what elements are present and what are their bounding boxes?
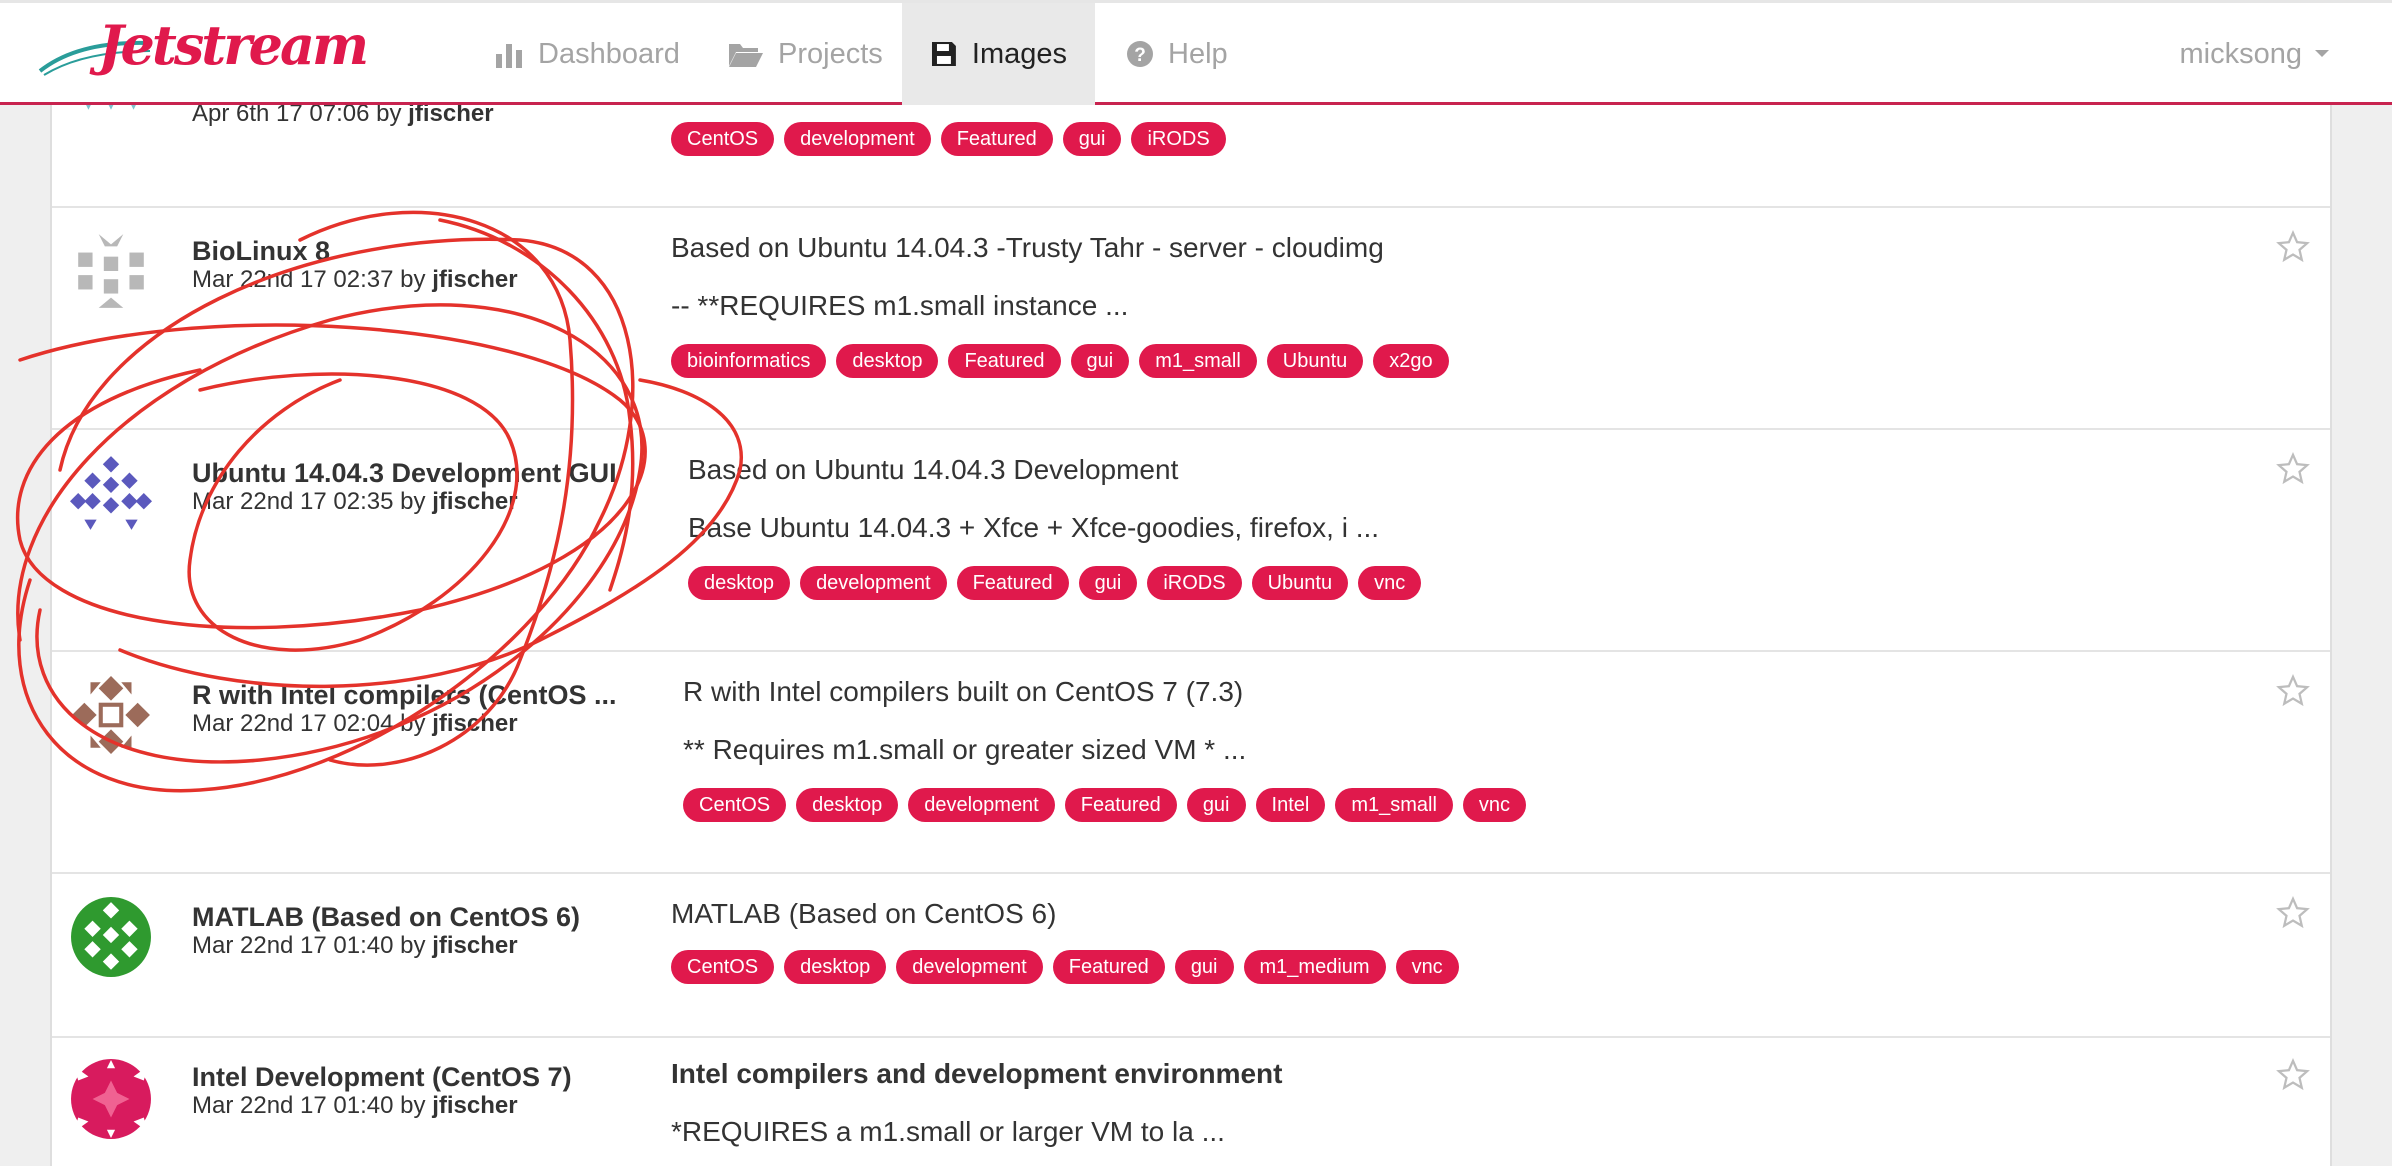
nav-images-label: Images <box>971 37 1067 70</box>
image-meta: Mar 22nd 17 02:35 by jfischer <box>192 488 518 515</box>
tag-list: bioinformatics desktop Featured gui m1_s… <box>671 344 1449 378</box>
nav-images[interactable]: Images <box>902 3 1095 105</box>
tag[interactable]: desktop <box>796 788 899 822</box>
image-author: jfischer <box>432 1092 518 1119</box>
image-meta: Mar 22nd 17 02:37 by jfischer <box>192 266 518 293</box>
image-description-line: *REQUIRES a m1.small or larger VM to la … <box>671 1116 1225 1147</box>
image-name[interactable]: R with Intel compilers (CentOS ... <box>192 680 617 711</box>
favorite-star-icon[interactable] <box>2276 896 2310 930</box>
image-author: jfischer <box>432 710 518 737</box>
image-row[interactable]: BioLinux 8 Mar 22nd 17 02:37 by jfischer… <box>52 208 2330 430</box>
image-author: jfischer <box>432 266 518 293</box>
image-description-line: -- **REQUIRES m1.small instance ... <box>671 290 1129 321</box>
image-description-line: MATLAB (Based on CentOS 6) <box>671 898 1057 929</box>
favorite-star-icon[interactable] <box>2276 674 2310 708</box>
tag-list: CentOS desktop development Featured gui … <box>671 950 1459 984</box>
image-row[interactable]: Intel Development (CentOS 7) Mar 22nd 17… <box>52 1038 2330 1166</box>
floppy-disk-icon <box>931 42 956 66</box>
tag[interactable]: x2go <box>1373 344 1449 378</box>
image-avatar-icon <box>78 234 144 308</box>
image-description-line: Based on Ubuntu 14.04.3 -Trusty Tahr - s… <box>671 232 1384 263</box>
favorite-star-icon[interactable] <box>2276 1058 2310 1092</box>
image-row[interactable]: Ubuntu 14.04.3 Development GUI Mar 22nd … <box>52 430 2330 652</box>
tag[interactable]: CentOS <box>671 950 775 984</box>
user-name: micksong <box>2179 37 2303 70</box>
image-author: jfischer <box>432 932 518 959</box>
image-meta: Mar 22nd 17 01:40 by jfischer <box>192 932 518 959</box>
tag[interactable]: CentOS <box>671 122 775 156</box>
tag[interactable]: Featured <box>940 122 1053 156</box>
tag[interactable]: gui <box>1186 788 1246 822</box>
tag[interactable]: development <box>784 122 931 156</box>
tag[interactable]: vnc <box>1462 788 1527 822</box>
image-list: Apr 6th 17 07:06 by jfischer CentOS deve… <box>50 52 2332 1166</box>
nav-projects-label: Projects <box>778 37 883 70</box>
image-description-line: Intel compilers and development environm… <box>671 1058 1283 1089</box>
tag[interactable]: vnc <box>1395 950 1459 984</box>
image-description-line: R with Intel compilers built on CentOS 7… <box>683 676 1244 707</box>
image-avatar-icon <box>72 676 150 754</box>
image-name[interactable]: Ubuntu 14.04.3 Development GUI <box>192 458 617 489</box>
user-menu[interactable]: micksong <box>2180 3 2331 105</box>
tag[interactable]: Featured <box>948 344 1061 378</box>
tag[interactable]: desktop <box>784 950 887 984</box>
caret-down-icon <box>2315 50 2329 57</box>
tag[interactable]: gui <box>1174 950 1234 984</box>
tag[interactable]: m1_small <box>1335 788 1453 822</box>
image-name[interactable]: MATLAB (Based on CentOS 6) <box>192 902 580 933</box>
brand-name: Jetstream <box>98 13 369 77</box>
tag[interactable]: gui <box>1070 344 1130 378</box>
tag[interactable]: m1_medium <box>1243 950 1386 984</box>
jetstream-logo[interactable]: Jetstream <box>38 11 369 101</box>
tag[interactable]: development <box>908 788 1055 822</box>
nav-help-label: Help <box>1168 37 1228 70</box>
tag-list: CentOS development Featured gui iRODS <box>671 122 1226 156</box>
tag[interactable]: Ubuntu <box>1266 344 1364 378</box>
tag[interactable]: Intel <box>1255 788 1326 822</box>
tag[interactable]: vnc <box>1358 566 1422 600</box>
image-row[interactable]: R with Intel compilers (CentOS ... Mar 2… <box>52 652 2330 874</box>
nav-help[interactable]: ? Help <box>1098 3 1256 105</box>
favorite-star-icon[interactable] <box>2276 230 2310 264</box>
favorite-star-icon[interactable] <box>2276 452 2310 486</box>
tag[interactable]: CentOS <box>683 788 787 822</box>
tag[interactable]: iRODS <box>1131 122 1226 156</box>
image-avatar-icon <box>71 897 151 977</box>
image-name[interactable]: BioLinux 8 <box>192 236 330 267</box>
image-author: jfischer <box>432 488 518 515</box>
tag[interactable]: m1_small <box>1139 344 1257 378</box>
tag[interactable]: Featured <box>1064 788 1177 822</box>
nav-dashboard-label: Dashboard <box>538 37 680 70</box>
tag[interactable]: gui <box>1062 122 1122 156</box>
tag[interactable]: iRODS <box>1147 566 1242 600</box>
image-description-line: ** Requires m1.small or greater sized VM… <box>683 734 1247 765</box>
tag[interactable]: development <box>896 950 1043 984</box>
tag-list: desktop development Featured gui iRODS U… <box>688 566 1422 600</box>
tag[interactable]: desktop <box>688 566 791 600</box>
svg-text:?: ? <box>1134 45 1146 66</box>
navbar: Jetstream Dashboard Projects Images ? He… <box>0 0 2392 105</box>
tag[interactable]: bioinformatics <box>671 344 827 378</box>
nav-dashboard[interactable]: Dashboard <box>466 3 708 105</box>
image-name[interactable]: Intel Development (CentOS 7) <box>192 1062 572 1093</box>
nav-projects[interactable]: Projects <box>700 3 911 105</box>
tag-list: CentOS desktop development Featured gui … <box>683 788 1527 822</box>
tag[interactable]: Featured <box>956 566 1069 600</box>
tag[interactable]: desktop <box>836 344 939 378</box>
image-meta: Mar 22nd 17 01:40 by jfischer <box>192 1092 518 1119</box>
tag[interactable]: gui <box>1078 566 1138 600</box>
tag[interactable]: development <box>800 566 947 600</box>
folder-open-icon <box>729 44 763 67</box>
bar-chart-icon <box>496 44 522 68</box>
tag[interactable]: Ubuntu <box>1251 566 1349 600</box>
tag[interactable]: Featured <box>1052 950 1165 984</box>
image-row[interactable]: MATLAB (Based on CentOS 6) Mar 22nd 17 0… <box>52 874 2330 1038</box>
question-circle-icon: ? <box>1127 41 1153 67</box>
image-meta: Mar 22nd 17 02:04 by jfischer <box>192 710 518 737</box>
image-description-line: Base Ubuntu 14.04.3 + Xfce + Xfce-goodie… <box>688 512 1380 543</box>
image-description-line: Based on Ubuntu 14.04.3 Development <box>688 454 1179 485</box>
image-avatar-icon <box>71 1059 151 1139</box>
image-avatar-icon <box>70 456 152 530</box>
